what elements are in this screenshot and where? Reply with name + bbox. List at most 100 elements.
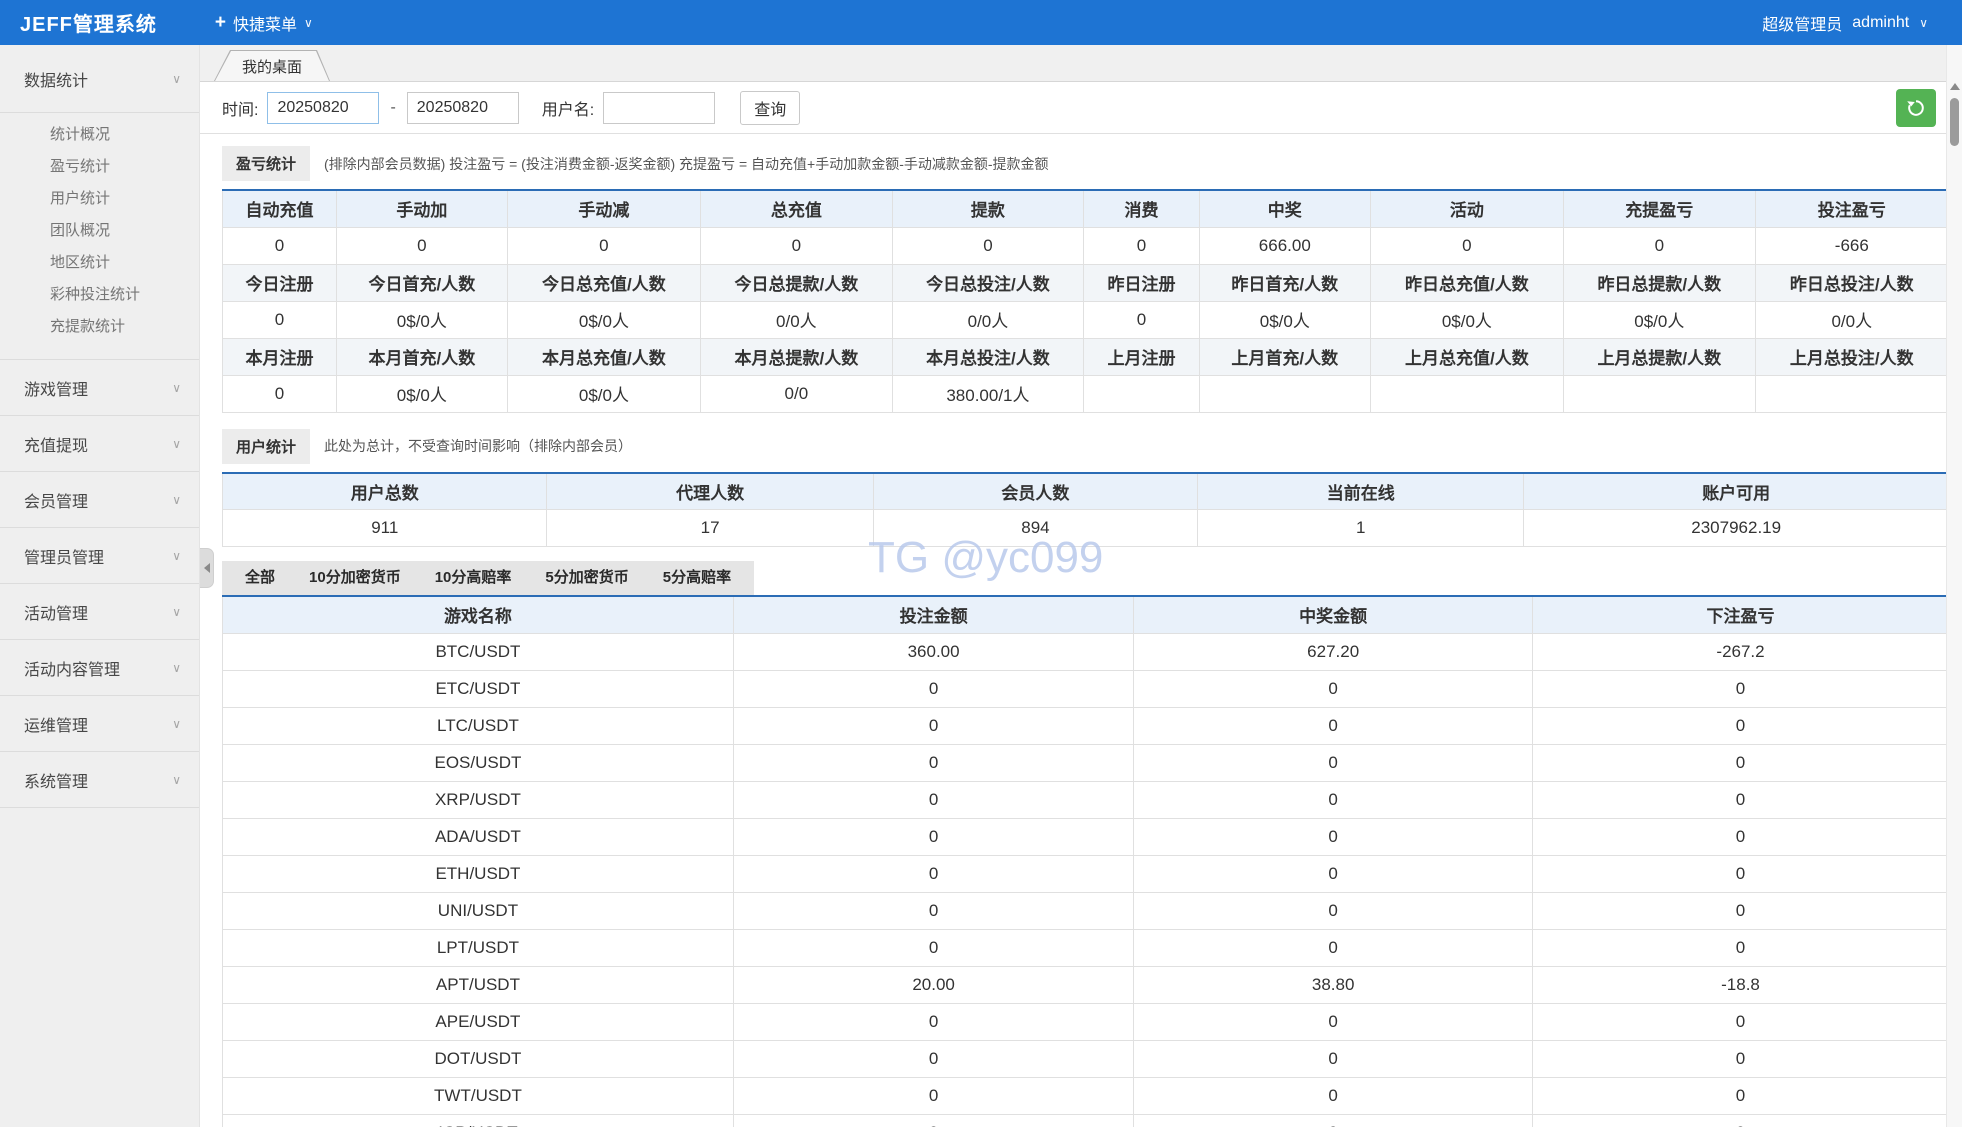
value-cell: 0: [223, 227, 337, 264]
value-cell: 17: [547, 510, 873, 547]
sidebar-item[interactable]: 用户统计: [0, 183, 199, 215]
value-cell: 0: [1134, 1077, 1533, 1114]
value-cell: 0/0: [701, 375, 893, 412]
header-cell: 用户总数: [223, 473, 547, 510]
sidebar-item[interactable]: 地区统计: [0, 247, 199, 279]
value-cell: 0: [1084, 227, 1200, 264]
game-value-row: DOT/USDT000: [223, 1040, 1949, 1077]
top-navbar: JEFF管理系统 + 快捷菜单 ∨ 超级管理员 adminht ∨: [0, 0, 1962, 45]
chevron-down-icon: ∨: [172, 605, 181, 619]
header-cell: 下注盈亏: [1533, 596, 1949, 633]
sidebar-group-4[interactable]: 会员管理∨: [0, 472, 199, 528]
value-cell: 0: [1134, 892, 1533, 929]
sidebar-group-label: 会员管理: [24, 488, 88, 512]
sidebar-group-8[interactable]: 运维管理 ∨: [0, 696, 199, 752]
chevron-down-icon: ∨: [172, 717, 181, 731]
sidebar-item[interactable]: 统计概况: [0, 119, 199, 151]
header-cell: 本月总提款/人数: [701, 338, 893, 375]
header-cell: 上月总充值/人数: [1370, 338, 1563, 375]
refresh-icon: [1906, 98, 1926, 118]
game-value-row: ETC/USDT000: [223, 670, 1949, 707]
sidebar-group-2[interactable]: 游戏管理∨: [0, 360, 199, 416]
game-value-row: EOS/USDT000: [223, 744, 1949, 781]
value-cell: 0: [733, 1077, 1133, 1114]
value-cell: LPT/USDT: [223, 929, 734, 966]
refresh-button[interactable]: [1896, 89, 1936, 127]
header-cell: 总充值: [701, 190, 893, 227]
header-cell: 游戏名称: [223, 596, 734, 633]
sidebar-collapse-handle[interactable]: [200, 548, 214, 588]
header-cell: 本月总充值/人数: [507, 338, 700, 375]
user-role: 超级管理员: [1762, 11, 1842, 35]
value-cell: 0: [1370, 227, 1563, 264]
value-cell: 0: [1564, 227, 1756, 264]
header-cell: 投注盈亏: [1755, 190, 1948, 227]
sidebar-group-1[interactable]: 数据统计∨: [0, 45, 199, 113]
header-cell: 昨日总提款/人数: [1564, 264, 1756, 301]
scroll-up-icon[interactable]: [1950, 83, 1960, 90]
header-cell: 昨日总投注/人数: [1755, 264, 1948, 301]
game-filter-tab-3[interactable]: 10分高赔率: [418, 561, 529, 595]
sidebar-group-5[interactable]: 管理员管理∨: [0, 528, 199, 584]
header-cell: 投注金额: [733, 596, 1133, 633]
value-cell: 0$/0人: [1564, 301, 1756, 338]
value-cell: 0: [733, 818, 1133, 855]
app-body: 数据统计∨统计概况盈亏统计用户统计团队概况地区统计彩种投注统计充提款统计游戏管理…: [0, 45, 1962, 1127]
profit-header-row: 今日注册今日首充/人数今日总充值/人数今日总提款/人数今日总投注/人数昨日注册昨…: [223, 264, 1949, 301]
game-filter-tab-5[interactable]: 5分高赔率: [646, 561, 748, 595]
username-input[interactable]: [603, 92, 715, 124]
value-cell: -267.2: [1533, 633, 1949, 670]
value-cell: [1370, 375, 1563, 412]
sidebar-item[interactable]: 团队概况: [0, 215, 199, 247]
value-cell: 0$/0人: [507, 375, 700, 412]
time-label: 时间:: [222, 96, 258, 120]
sidebar-item[interactable]: 充提款统计: [0, 311, 199, 343]
tab-my-desktop[interactable]: 我的桌面: [214, 50, 330, 81]
quick-menu-button[interactable]: + 快捷菜单 ∨: [215, 11, 313, 35]
sidebar-item[interactable]: 盈亏统计: [0, 151, 199, 183]
value-cell: ADA/USDT: [223, 818, 734, 855]
time-from-input[interactable]: [267, 92, 379, 124]
header-cell: 充提盈亏: [1564, 190, 1756, 227]
header-cell: 消费: [1084, 190, 1200, 227]
value-cell: APT/USDT: [223, 966, 734, 1003]
value-cell: 0: [1134, 1040, 1533, 1077]
value-cell: 0: [1134, 929, 1533, 966]
game-filter-tab-2[interactable]: 10分加密货币: [292, 561, 418, 595]
sidebar-group-label: 管理员管理: [24, 544, 104, 568]
value-cell: 0: [733, 1040, 1133, 1077]
sidebar-group-6[interactable]: 活动管理∨: [0, 584, 199, 640]
sidebar-group-label: 运维管理: [24, 712, 88, 736]
profit-header-row: 自动充值手动加手动减总充值提款消费中奖活动充提盈亏投注盈亏: [223, 190, 1949, 227]
query-button[interactable]: 查询: [740, 91, 800, 125]
time-to-input[interactable]: [407, 92, 519, 124]
header-cell: 上月注册: [1084, 338, 1200, 375]
value-cell: 0: [1533, 744, 1949, 781]
user-section-title: 用户统计: [222, 429, 310, 464]
value-cell: -666: [1755, 227, 1948, 264]
chevron-down-icon: ∨: [172, 72, 181, 86]
sidebar-group-label: 活动内容管理: [24, 656, 120, 680]
game-filter-tab-1[interactable]: 全部: [228, 561, 292, 595]
user-menu[interactable]: 超级管理员 adminht ∨: [1762, 11, 1942, 35]
header-cell: 提款: [892, 190, 1084, 227]
sidebar-group-7[interactable]: 活动内容管理∨: [0, 640, 199, 696]
value-cell: 0/0人: [1755, 301, 1948, 338]
header-cell: 中奖: [1199, 190, 1370, 227]
sidebar-group-3[interactable]: 充值提现∨: [0, 416, 199, 472]
vertical-scrollbar[interactable]: [1946, 45, 1962, 1127]
sidebar-item[interactable]: 彩种投注统计: [0, 279, 199, 311]
chevron-down-icon: ∨: [1919, 16, 1928, 30]
sidebar-group-9[interactable]: 系统管理∨: [0, 752, 199, 808]
value-cell: 360.00: [733, 633, 1133, 670]
header-cell: 昨日首充/人数: [1199, 264, 1370, 301]
header-cell: 手动减: [507, 190, 700, 227]
header-cell: 上月总提款/人数: [1564, 338, 1756, 375]
range-separator: -: [390, 99, 395, 117]
header-cell: 昨日注册: [1084, 264, 1200, 301]
header-cell: 活动: [1370, 190, 1563, 227]
sidebar-group-label: 系统管理: [24, 768, 88, 792]
header-cell: 本月首充/人数: [336, 338, 507, 375]
game-filter-tab-4[interactable]: 5分加密货币: [528, 561, 645, 595]
scrollbar-thumb[interactable]: [1950, 98, 1959, 146]
